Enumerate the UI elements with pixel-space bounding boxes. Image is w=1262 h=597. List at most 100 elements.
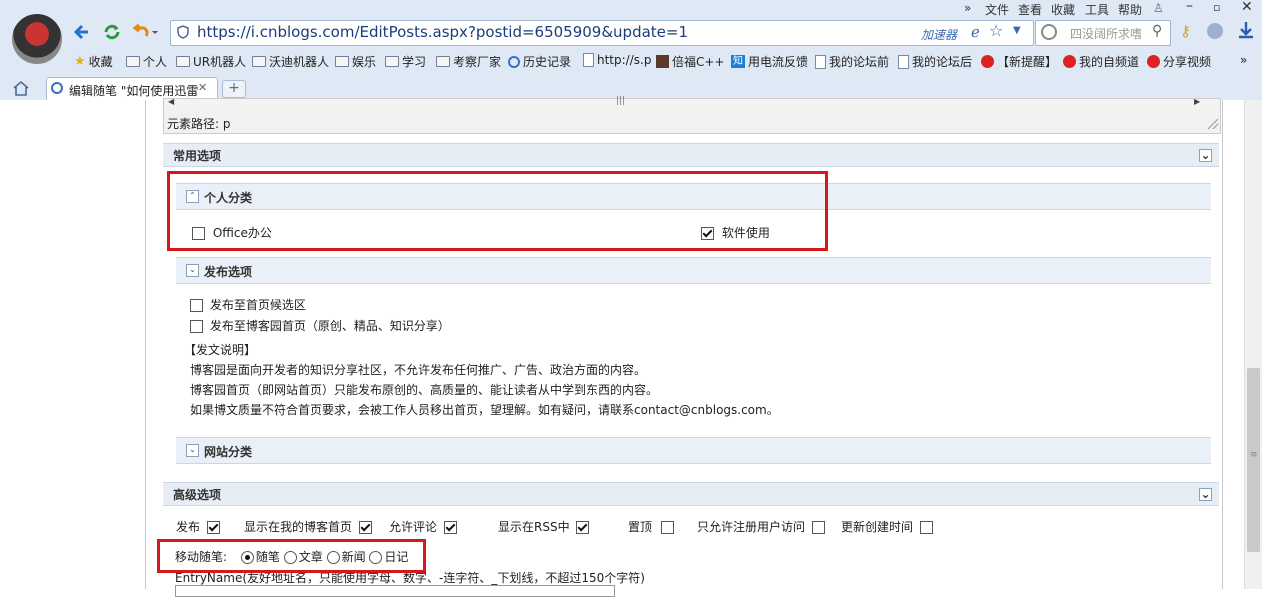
reminder-icon [981, 55, 994, 68]
adv-update-time-option[interactable]: 更新创建时间 [841, 518, 933, 535]
bookmark-forum-after[interactable]: 我的论坛后 [898, 53, 972, 70]
bookmark-http[interactable]: http://s.p [583, 53, 651, 67]
publish-options-header[interactable]: ⌄ 发布选项 [176, 257, 1211, 284]
close-tab-icon[interactable]: ✕ [198, 81, 207, 94]
bookmarks-more-icon[interactable]: » [1240, 53, 1247, 67]
adv-allow-comments-label: 允许评论 [389, 520, 438, 534]
bookmark-ur-robot[interactable]: UR机器人 [176, 53, 246, 70]
menu-help[interactable]: 帮助 [1118, 1, 1142, 18]
menu-view[interactable]: 查看 [1018, 1, 1042, 18]
publish-candidate-label: 发布至首页候选区 [209, 298, 306, 312]
page-icon [583, 53, 594, 67]
bookmark-share-video[interactable]: 分享视频 [1147, 53, 1211, 70]
adv-publish-label: 发布 [176, 520, 201, 534]
menu-file[interactable]: 文件 [985, 1, 1009, 18]
back-arrow-icon[interactable] [72, 22, 92, 42]
scroll-right-icon[interactable]: ▶ [1194, 97, 1200, 106]
adv-pin-checkbox[interactable] [660, 521, 674, 534]
menu-more-icon[interactable]: » [964, 1, 971, 15]
address-bar[interactable]: https://i.cnblogs.com/EditPosts.aspx?pos… [170, 20, 1034, 46]
highlight-box-move-post [157, 539, 426, 573]
folder-icon [436, 56, 450, 67]
adv-allow-comments-checkbox[interactable] [443, 521, 457, 534]
collapse-toggle-icon[interactable]: ⌄ [186, 444, 199, 457]
entry-name-input[interactable] [175, 585, 615, 597]
adv-publish-checkbox[interactable] [206, 521, 220, 534]
adv-rss-option[interactable]: 显示在RSS中 [498, 518, 590, 535]
adv-update-time-checkbox[interactable] [919, 521, 933, 534]
scroll-left-icon[interactable]: ◀ [168, 97, 174, 106]
adv-registered-only-checkbox[interactable] [811, 521, 825, 534]
bookmark-factory-visit[interactable]: 考察厂家 [436, 53, 501, 70]
content-right-border [1222, 100, 1223, 589]
history-icon [508, 55, 520, 68]
collapse-toggle-icon[interactable]: ⌄ [186, 264, 199, 277]
adv-registered-only-option[interactable]: 只允许注册用户访问 [697, 518, 825, 535]
minimize-icon[interactable]: – [1186, 0, 1193, 14]
search-input[interactable]: 四没阔所求嗜 [1070, 25, 1142, 42]
search-box[interactable]: 四没阔所求嗜 ⚲ [1035, 20, 1171, 46]
bookmark-personal[interactable]: 个人 [126, 53, 167, 70]
site-category-header[interactable]: ⌄ 网站分类 [176, 437, 1211, 464]
video-icon [1147, 55, 1160, 68]
avatar[interactable] [12, 14, 62, 64]
restore-icon[interactable]: ▫ [1213, 1, 1220, 14]
refresh-icon[interactable] [102, 22, 122, 42]
adv-show-home-option[interactable]: 显示在我的博客首页 [244, 518, 372, 535]
bookmark-current-feedback[interactable]: 知用电流反馈 [731, 53, 808, 70]
page-scroll-thumb[interactable] [1247, 368, 1260, 552]
folder-icon [176, 56, 190, 67]
folder-icon [252, 56, 266, 67]
adv-publish-option[interactable]: 发布 [176, 518, 220, 535]
resize-handle-icon[interactable] [1208, 119, 1218, 129]
url-text[interactable]: https://i.cnblogs.com/EditPosts.aspx?pos… [197, 23, 688, 41]
home-icon[interactable] [12, 79, 30, 97]
adv-rss-checkbox[interactable] [576, 521, 590, 534]
publish-home-checkbox[interactable] [190, 320, 203, 333]
collapse-toggle-icon[interactable]: ⌄ [1199, 488, 1212, 501]
accelerator-label[interactable]: 加速器 [921, 26, 957, 43]
adv-allow-comments-option[interactable]: 允许评论 [389, 518, 457, 535]
menu-favorites[interactable]: 收藏 [1051, 1, 1075, 18]
close-window-icon[interactable]: ✕ [1241, 0, 1253, 15]
bookmark-beckhoff[interactable]: 倍福C++ [656, 53, 725, 70]
bookmark-wodi-robot[interactable]: 沃迪机器人 [252, 53, 329, 70]
download-icon[interactable] [1237, 20, 1255, 40]
adv-show-home-checkbox[interactable] [358, 521, 372, 534]
publish-candidate-checkbox[interactable] [190, 299, 203, 312]
bookmark-study[interactable]: 学习 [385, 53, 426, 70]
publish-note-line: 如果博文质量不符合首页要求，会被工作人员移出首页，望理解。如有疑问，请联系con… [190, 403, 779, 417]
search-engine-icon[interactable] [1041, 24, 1057, 40]
new-tab-button[interactable]: + [222, 80, 246, 98]
favorite-star-icon[interactable]: ☆ [989, 21, 1003, 40]
bookmark-my-channel[interactable]: 我的自频道 [1063, 53, 1139, 70]
common-options-header[interactable]: 常用选项 ⌄ [163, 143, 1219, 167]
adv-pin-option[interactable]: 置顶 [628, 518, 674, 535]
key-icon[interactable]: ⚷ [1180, 22, 1191, 40]
scroll-grip-icon[interactable]: ≡ [1250, 451, 1258, 460]
ie-compat-icon[interactable]: ℯ [971, 23, 980, 41]
folder-icon [335, 56, 349, 67]
advanced-options-header[interactable]: 高级选项 ⌄ [163, 482, 1219, 506]
search-icon[interactable]: ⚲ [1152, 23, 1162, 39]
scroll-grip-icon[interactable]: ||| [616, 96, 625, 106]
bookmark-forum-before[interactable]: 我的论坛前 [815, 53, 889, 70]
bookmark-favorites[interactable]: ★ 收藏 [74, 53, 113, 70]
chevron-down-icon[interactable]: ▼ [1013, 25, 1021, 36]
content-left-border [145, 100, 146, 589]
bookmark-history[interactable]: 历史记录 [508, 53, 571, 70]
menu-tools[interactable]: 工具 [1085, 1, 1109, 18]
bookmark-new-reminder[interactable]: 【新提醒】 [981, 53, 1057, 70]
collapse-toggle-icon[interactable]: ⌄ [1199, 149, 1212, 162]
undo-icon[interactable] [132, 22, 160, 42]
video-icon [1063, 55, 1076, 68]
editor-hscrollbar[interactable]: ◀ ||| ▶ [163, 96, 1221, 112]
publish-candidate-option[interactable]: 发布至首页候选区 [190, 296, 306, 313]
skin-icon[interactable]: ♙ [1153, 1, 1164, 15]
bookmark-entertainment[interactable]: 娱乐 [335, 53, 376, 70]
publish-home-option[interactable]: 发布至博客园首页（原创、精品、知识分享） [190, 317, 450, 334]
chat-icon[interactable] [1207, 23, 1223, 39]
zhihu-icon: 知 [731, 55, 745, 68]
app-icon [656, 55, 669, 68]
publish-home-label: 发布至博客园首页（原创、精品、知识分享） [209, 319, 450, 333]
